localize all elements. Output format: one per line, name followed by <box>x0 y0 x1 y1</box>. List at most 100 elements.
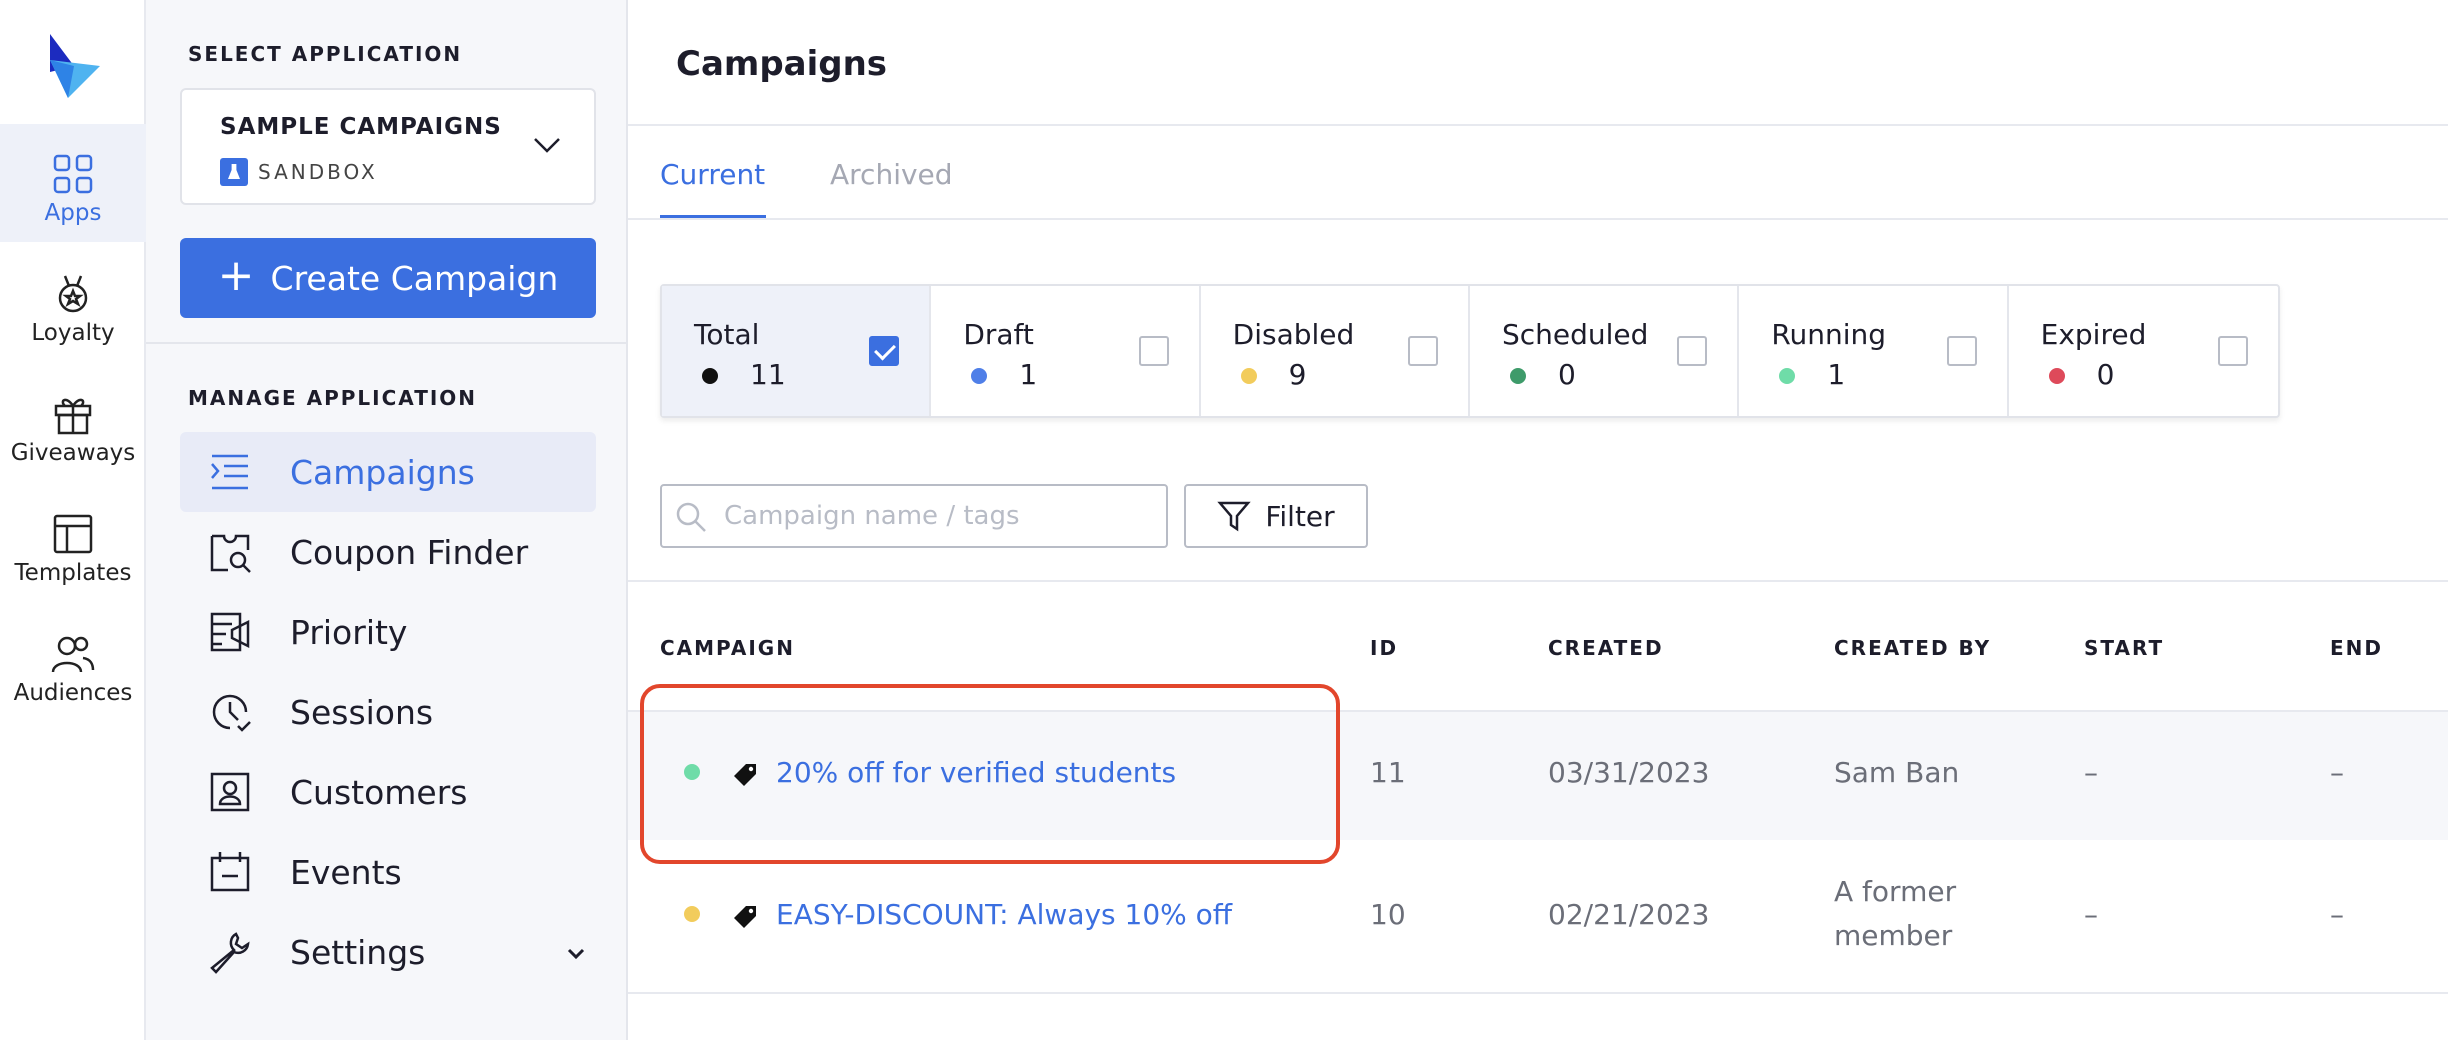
status-total[interactable]: Total 11 <box>662 286 932 416</box>
status-count: 1 <box>1827 358 1846 391</box>
rail-item-giveaways[interactable]: Giveaways <box>0 364 146 482</box>
environment-badge: SANDBOX <box>220 158 378 186</box>
tab-archived[interactable]: Archived <box>830 158 953 191</box>
filter-icon <box>1217 501 1252 532</box>
sidebar-item-campaigns[interactable]: Campaigns <box>180 432 596 512</box>
page-title: Campaigns <box>676 44 888 84</box>
status-label: Expired <box>2040 318 2147 351</box>
rail-item-loyalty[interactable]: Loyalty <box>0 244 146 362</box>
customer-icon <box>210 772 250 812</box>
status-filter-bar: Total 11 Draft 1 Disabled 9 Scheduled 0 <box>660 284 2280 418</box>
campaign-created-by: Sam Ban <box>1834 756 1960 789</box>
search-icon <box>676 502 706 532</box>
status-dot <box>2048 368 2065 384</box>
status-checkbox[interactable] <box>2217 336 2248 366</box>
campaign-end: – <box>2330 898 2344 931</box>
column-header-id[interactable]: ID <box>1370 636 1398 660</box>
highlight-annotation <box>640 684 1340 864</box>
application-sidebar: SELECT APPLICATION SAMPLE CAMPAIGNS SAND… <box>146 0 628 1040</box>
rail-item-label: Apps <box>44 200 102 226</box>
status-checkbox[interactable] <box>869 336 900 366</box>
sidebar-item-sessions[interactable]: Sessions <box>180 672 596 752</box>
status-expired[interactable]: Expired 0 <box>2009 286 2278 416</box>
rail-item-label: Audiences <box>13 680 133 706</box>
manage-application-heading: MANAGE APPLICATION <box>188 386 478 410</box>
campaign-created: 02/21/2023 <box>1548 898 1710 931</box>
rail-item-audiences[interactable]: Audiences <box>0 604 146 722</box>
application-selector[interactable]: SAMPLE CAMPAIGNS SANDBOX <box>180 88 596 205</box>
campaign-id: 11 <box>1370 756 1406 789</box>
search-input[interactable] <box>724 496 1154 536</box>
talon-logo-icon[interactable] <box>44 30 104 100</box>
filter-label: Filter <box>1265 499 1335 533</box>
column-header-start[interactable]: START <box>2084 636 2164 660</box>
status-checkbox[interactable] <box>1407 336 1438 366</box>
campaign-created: 03/31/2023 <box>1548 756 1710 789</box>
campaign-created-by: A former member <box>1834 870 1956 958</box>
status-count: 1 <box>1019 358 1038 391</box>
status-dot <box>971 368 988 384</box>
rail-item-apps[interactable]: Apps <box>0 124 146 242</box>
column-header-campaign[interactable]: CAMPAIGN <box>660 636 795 660</box>
status-count: 11 <box>750 358 786 391</box>
tab-current[interactable]: Current <box>660 158 765 191</box>
sidebar-item-events[interactable]: Events <box>180 832 596 912</box>
status-label: Running <box>1771 318 1887 351</box>
status-count: 0 <box>2096 358 2115 391</box>
medal-icon <box>58 275 88 313</box>
chevron-down-icon <box>534 138 560 153</box>
clock-icon <box>212 694 251 732</box>
layout-template-icon <box>53 514 93 554</box>
rail-item-label: Giveaways <box>10 440 136 466</box>
status-checkbox[interactable] <box>1677 336 1708 366</box>
status-running[interactable]: Running 1 <box>1739 286 2009 416</box>
sidebar-item-coupon-finder[interactable]: Coupon Finder <box>180 512 596 592</box>
column-header-end[interactable]: END <box>2330 636 2383 660</box>
status-scheduled[interactable]: Scheduled 0 <box>1470 286 1740 416</box>
campaign-id: 10 <box>1370 898 1406 931</box>
sidebar-item-label: Events <box>290 852 402 892</box>
column-header-created[interactable]: CREATED <box>1548 636 1664 660</box>
status-dot <box>1779 368 1796 384</box>
campaign-start: – <box>2084 898 2098 931</box>
status-dot <box>684 906 700 922</box>
sidebar-item-label: Campaigns <box>290 452 475 492</box>
rail-item-label: Templates <box>14 560 132 586</box>
campaign-name-link[interactable]: EASY-DISCOUNT: Always 10% off <box>776 898 1232 931</box>
column-header-created-by[interactable]: CREATED BY <box>1834 636 1991 660</box>
status-label: Disabled <box>1232 318 1355 351</box>
created-by-line: member <box>1834 919 1953 952</box>
status-draft[interactable]: Draft 1 <box>931 286 1201 416</box>
sidebar-item-customers[interactable]: Customers <box>180 752 596 832</box>
application-name: SAMPLE CAMPAIGNS <box>220 114 502 140</box>
status-dot <box>1240 368 1257 384</box>
create-campaign-button[interactable]: + Create Campaign <box>180 238 596 318</box>
icon-rail: Apps Loyalty Giveaways Templates Audienc… <box>0 0 146 1040</box>
sidebar-item-label: Coupon Finder <box>290 532 529 572</box>
users-icon <box>51 636 95 673</box>
status-label: Scheduled <box>1501 318 1649 351</box>
sidebar-item-priority[interactable]: Priority <box>180 592 596 672</box>
status-checkbox[interactable] <box>1138 336 1169 366</box>
sidebar-item-settings[interactable]: Settings <box>180 912 596 992</box>
sidebar-item-label: Sessions <box>290 692 434 732</box>
calendar-icon <box>210 852 250 892</box>
rail-item-label: Loyalty <box>31 320 115 346</box>
status-dot <box>702 368 718 384</box>
environment-label: SANDBOX <box>258 160 378 184</box>
flask-icon <box>220 158 248 186</box>
list-icon <box>211 454 248 490</box>
rail-item-templates[interactable]: Templates <box>0 484 146 602</box>
toolbar-divider <box>628 580 2448 582</box>
campaign-search <box>660 484 1168 548</box>
coupon-search-icon <box>210 534 251 573</box>
status-count: 9 <box>1288 358 1307 391</box>
status-disabled[interactable]: Disabled 9 <box>1201 286 1470 416</box>
apps-grid-icon <box>53 154 93 194</box>
status-checkbox[interactable] <box>1946 336 1977 366</box>
chevron-down-icon <box>567 948 585 960</box>
sidebar-item-label: Settings <box>290 932 426 972</box>
tag-icon <box>734 906 756 928</box>
sidebar-item-label: Customers <box>290 772 468 812</box>
filter-button[interactable]: Filter <box>1184 484 1368 548</box>
